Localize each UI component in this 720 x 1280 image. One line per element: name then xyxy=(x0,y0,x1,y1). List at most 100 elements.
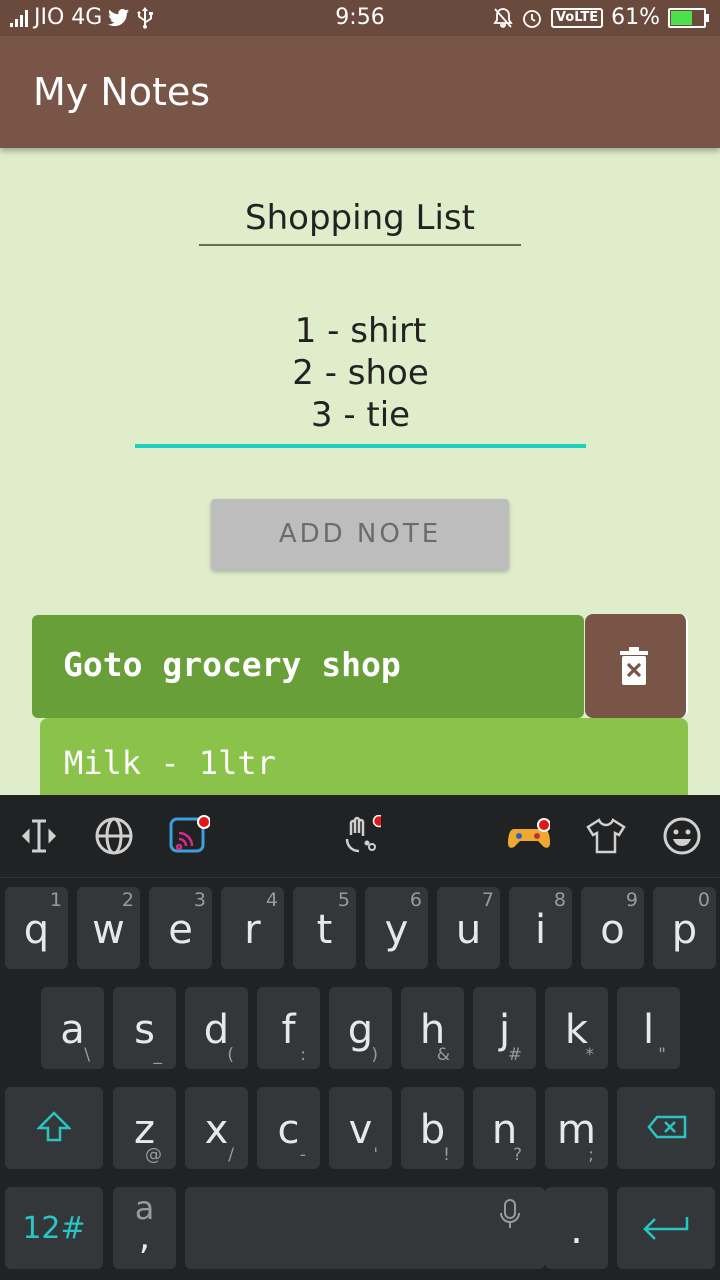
key-e[interactable]: e3 xyxy=(149,887,212,969)
key-alt-label: & xyxy=(436,1045,450,1065)
note-title-card[interactable]: Goto grocery shop xyxy=(32,615,584,718)
note-body-card[interactable]: Milk - 1ltr xyxy=(40,718,688,798)
key-alt-label: 4 xyxy=(265,889,278,911)
space-key[interactable] xyxy=(185,1187,545,1269)
add-note-button[interactable]: ADD NOTE xyxy=(211,499,509,570)
key-label: d xyxy=(203,1007,230,1053)
key-alt-label: 0 xyxy=(697,889,710,911)
key-q[interactable]: q1 xyxy=(5,887,68,969)
microphone-icon xyxy=(500,1199,520,1228)
key-label: y xyxy=(384,907,409,953)
key-alt-label: " xyxy=(658,1045,666,1065)
key-m[interactable]: m; xyxy=(545,1087,608,1169)
key-o[interactable]: o9 xyxy=(581,887,644,969)
key-g[interactable]: g) xyxy=(329,987,392,1069)
app-title: My Notes xyxy=(33,70,211,114)
note-body-line: 3 - tie xyxy=(310,395,411,435)
note-body-input[interactable]: 1 - shirt 2 - shoe 3 - tie xyxy=(135,310,586,448)
delete-note-button[interactable] xyxy=(585,614,688,718)
period-key-label: . xyxy=(570,1207,583,1253)
note-title-input[interactable]: Shopping List xyxy=(199,192,521,246)
key-i[interactable]: i8 xyxy=(509,887,572,969)
key-alt-label: - xyxy=(299,1145,306,1165)
key-x[interactable]: x / xyxy=(185,1087,248,1169)
enter-key[interactable] xyxy=(617,1187,715,1269)
status-bar: JIO 4G 9:56 VoLTE 61% xyxy=(0,0,720,36)
key-c[interactable]: c- xyxy=(257,1087,320,1169)
key-label: i xyxy=(534,907,547,953)
key-alt-label: 6 xyxy=(409,889,422,911)
key-b[interactable]: b! xyxy=(401,1087,464,1169)
key-label: n xyxy=(491,1107,518,1153)
note-title: Goto grocery shop xyxy=(63,645,401,684)
key-j[interactable]: j # xyxy=(473,987,536,1069)
gamepad-icon[interactable] xyxy=(508,815,550,857)
comma-key[interactable]: a, xyxy=(113,1187,176,1269)
key-alt-label: ( xyxy=(227,1045,234,1065)
key-u[interactable]: u7 xyxy=(437,887,500,969)
key-l[interactable]: l " xyxy=(617,987,680,1069)
enter-icon xyxy=(643,1217,689,1240)
backspace-icon xyxy=(647,1115,687,1139)
key-z[interactable]: z @ xyxy=(113,1087,176,1169)
alarm-icon xyxy=(523,9,541,28)
key-alt-label: 8 xyxy=(553,889,566,911)
key-y[interactable]: y6 xyxy=(365,887,428,969)
key-label: j xyxy=(498,1007,511,1053)
key-alt-label: ' xyxy=(373,1145,378,1165)
gesture-icon[interactable] xyxy=(339,815,381,857)
key-alt-label: # xyxy=(507,1045,522,1065)
battery-icon xyxy=(668,7,709,28)
backspace-key[interactable] xyxy=(617,1087,715,1169)
key-label: h xyxy=(419,1007,446,1053)
key-w[interactable]: w2 xyxy=(77,887,140,969)
keyboard: q 1 w 2 e 3 r 4 t 5 y 6 u 7 i 8 o 9 p 0 a \ s _ d(f: g) h & j # k * l " z @… xyxy=(0,795,720,1280)
note-body: Milk - 1ltr xyxy=(64,744,276,782)
battery-percent: 61% xyxy=(611,5,660,30)
key-label: r xyxy=(244,907,261,953)
keyboard-toolbar xyxy=(0,795,720,878)
key-h[interactable]: h & xyxy=(401,987,464,1069)
key-alt-label: 5 xyxy=(337,889,350,911)
key-v[interactable]: v ' xyxy=(329,1087,392,1169)
trash-icon xyxy=(620,647,648,685)
key-f[interactable]: f: xyxy=(257,987,320,1069)
cast-icon[interactable] xyxy=(168,815,210,857)
symbols-key-label: 12# xyxy=(22,1211,86,1246)
key-label: v xyxy=(348,1107,373,1153)
key-alt-label: 1 xyxy=(49,889,62,911)
key-t[interactable]: t5 xyxy=(293,887,356,969)
shift-key[interactable] xyxy=(5,1087,103,1169)
emoji-icon[interactable] xyxy=(661,815,703,857)
shirt-icon[interactable] xyxy=(585,815,627,857)
key-r[interactable]: r4 xyxy=(221,887,284,969)
key-label: g xyxy=(347,1007,374,1053)
key-a[interactable]: a \ xyxy=(41,987,104,1069)
key-label: t xyxy=(316,907,333,953)
symbols-key[interactable]: 12# xyxy=(5,1187,103,1269)
key-label: u xyxy=(455,907,482,953)
key-label: m xyxy=(557,1107,596,1153)
key-d[interactable]: d( xyxy=(185,987,248,1069)
key-s[interactable]: s _ xyxy=(113,987,176,1069)
key-n[interactable]: n? xyxy=(473,1087,536,1169)
globe-icon[interactable] xyxy=(93,815,135,857)
note-body-line: 1 - shirt xyxy=(294,311,427,351)
key-alt-label: ! xyxy=(443,1145,450,1165)
cursor-icon[interactable] xyxy=(18,815,60,857)
bell-muted-icon xyxy=(493,7,513,28)
key-alt-label: ; xyxy=(588,1145,594,1165)
key-label: a xyxy=(60,1007,85,1053)
period-key[interactable]: . xyxy=(545,1187,608,1269)
shift-icon xyxy=(37,1111,71,1142)
key-k[interactable]: k * xyxy=(545,987,608,1069)
key-alt-label: _ xyxy=(153,1045,163,1065)
key-alt-label: ) xyxy=(371,1045,378,1065)
volte-badge: VoLTE xyxy=(550,7,604,28)
app-bar: My Notes xyxy=(0,36,720,148)
key-alt-label: 7 xyxy=(481,889,494,911)
key-label: c xyxy=(277,1107,300,1153)
key-label: k xyxy=(564,1007,589,1053)
key-p[interactable]: p0 xyxy=(653,887,716,969)
key-alt-label: * xyxy=(585,1045,595,1065)
